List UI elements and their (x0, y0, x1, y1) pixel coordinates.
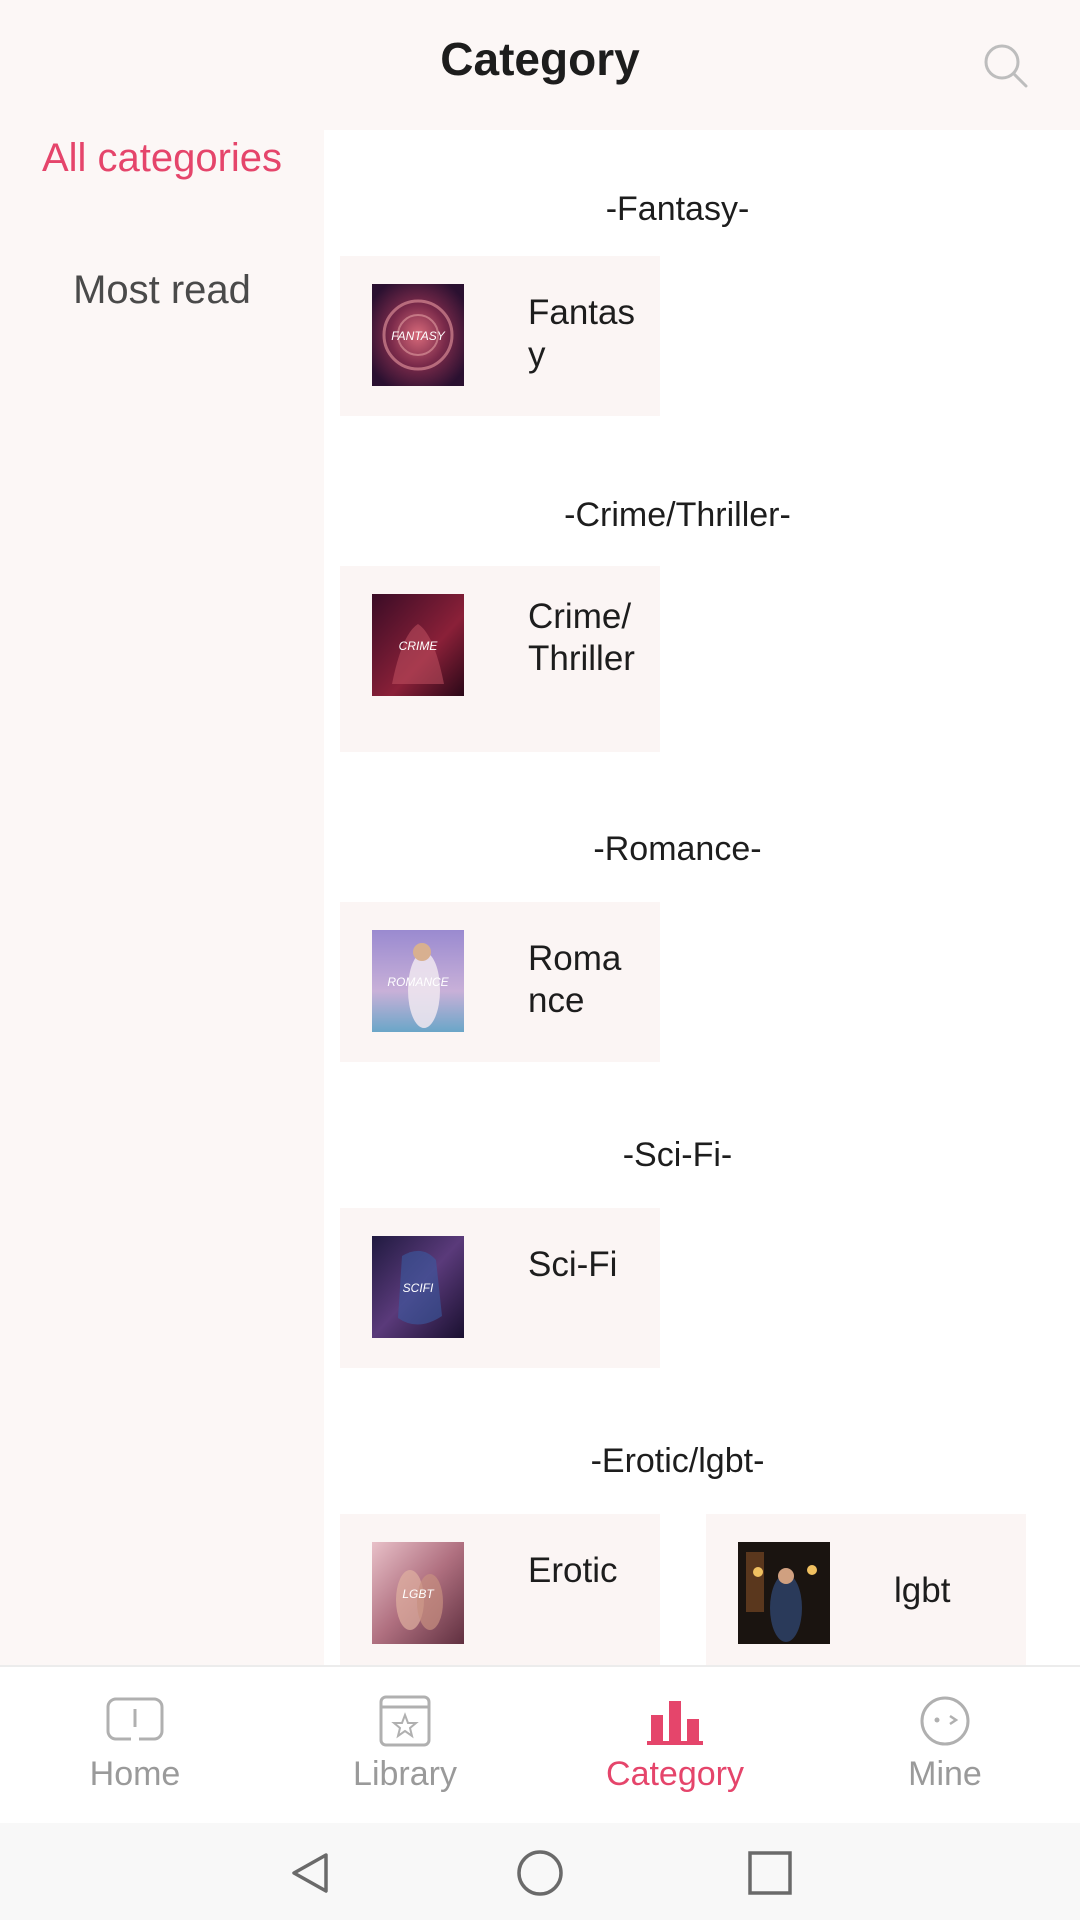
search-icon[interactable] (978, 38, 1034, 94)
category-card-sci-fi[interactable]: SCIFI Sci-Fi (340, 1208, 660, 1368)
thumb-text: SCIFI (403, 1281, 434, 1295)
recents-square-icon[interactable] (742, 1845, 798, 1901)
face-icon (920, 1696, 970, 1746)
category-label: Erotic (528, 1551, 618, 1590)
nav-home[interactable]: Home (0, 1667, 270, 1825)
category-card-lgbt[interactable]: lgbt (706, 1514, 1026, 1665)
section-title-romance: -Romance- (593, 830, 762, 868)
star-book-icon (379, 1695, 431, 1747)
thumb-text: CRIME (399, 639, 439, 653)
category-label: Fantasy (528, 293, 635, 374)
category-card-romance[interactable]: ROMANCE Romance (340, 902, 660, 1062)
thumb-text: FANTASY (391, 329, 446, 343)
bar-chart-icon (647, 1701, 703, 1745)
nav-library[interactable]: Library (270, 1667, 540, 1825)
book-icon (106, 1697, 164, 1741)
section-title-erotic-lgbt: -Erotic/lgbt- (590, 1442, 765, 1480)
back-triangle-icon[interactable] (282, 1845, 338, 1901)
top-bar: Category (0, 0, 1080, 130)
thumb-text: ROMANCE (387, 975, 449, 989)
erotic-thumbnail: LGBT (372, 1542, 464, 1644)
romance-thumbnail: ROMANCE (372, 930, 464, 1032)
nav-mine-label: Mine (908, 1755, 982, 1793)
nav-library-label: Library (353, 1755, 457, 1793)
sidebar-item-most-read[interactable]: Most read (0, 268, 324, 313)
system-navigation-bar (0, 1823, 1080, 1920)
sidebar-item-all-categories[interactable]: All categories (0, 136, 324, 181)
category-card-fantasy[interactable]: FANTASY Fantasy (340, 256, 660, 416)
nav-category[interactable]: Category (540, 1667, 810, 1825)
category-sidebar: All categories Most read (0, 130, 324, 1665)
nav-category-label: Category (606, 1755, 744, 1793)
crime-thumbnail: CRIME (372, 594, 464, 696)
category-label: Crime/Thriller (528, 597, 635, 678)
app-screen: Category All categories Most read -Fanta… (0, 0, 1080, 1920)
section-title-crime-thriller: -Crime/Thriller- (564, 496, 791, 534)
category-list: -Fantasy- FANTASY Fantasy -Crime/Thrille… (324, 130, 1080, 1665)
fantasy-thumbnail: FANTASY (372, 284, 464, 386)
bottom-navigation: Home Library Category Mine (0, 1665, 1080, 1823)
thumb-text: LGBT (402, 1587, 435, 1601)
lgbt-thumbnail (738, 1542, 830, 1644)
category-card-erotic[interactable]: LGBT Erotic (340, 1514, 660, 1665)
category-card-crime-thriller[interactable]: CRIME Crime/Thriller (340, 566, 660, 752)
nav-home-label: Home (89, 1755, 181, 1793)
category-label: Romance (528, 939, 622, 1020)
page-title: Category (440, 33, 640, 85)
section-title-sci-fi: -Sci-Fi- (622, 1136, 733, 1174)
category-label: lgbt (894, 1571, 951, 1610)
home-circle-icon[interactable] (512, 1845, 568, 1901)
nav-mine[interactable]: Mine (810, 1667, 1080, 1825)
section-title-fantasy: -Fantasy- (605, 190, 750, 228)
category-label: Sci-Fi (528, 1245, 618, 1284)
scifi-thumbnail: SCIFI (372, 1236, 464, 1338)
